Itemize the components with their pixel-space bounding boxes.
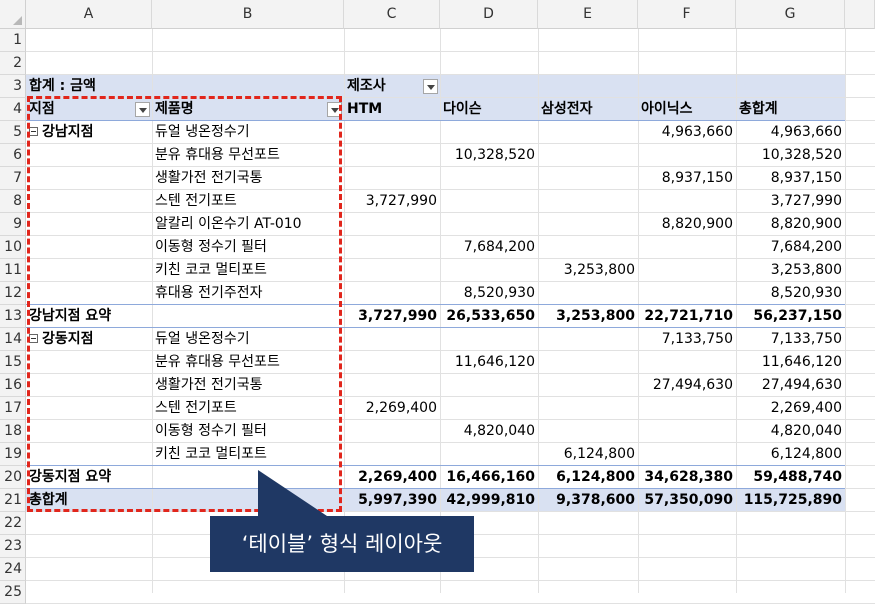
value-cell[interactable]: 27,494,630 bbox=[638, 374, 736, 397]
row-header[interactable]: 19 bbox=[0, 443, 26, 466]
layout-callout: ‘테이블’ 형식 레이아웃 bbox=[210, 516, 474, 572]
subtotal-value[interactable]: 22,721,710 bbox=[638, 305, 736, 328]
row-header[interactable]: 22 bbox=[0, 512, 26, 535]
value-cell[interactable]: 4,963,660 bbox=[736, 121, 845, 144]
value-cell[interactable]: 8,820,900 bbox=[638, 213, 736, 236]
value-cell[interactable]: 8,520,930 bbox=[440, 282, 538, 305]
value-cell[interactable]: 7,133,750 bbox=[638, 328, 736, 351]
value-cell[interactable]: 4,820,040 bbox=[440, 420, 538, 443]
row-header[interactable]: 20 bbox=[0, 466, 26, 489]
row-header[interactable]: 10 bbox=[0, 236, 26, 259]
row-header[interactable]: 7 bbox=[0, 167, 26, 190]
manufacturer-header[interactable]: 다이슨 bbox=[440, 98, 538, 121]
value-cell[interactable]: 2,269,400 bbox=[736, 397, 845, 420]
subtotal-value[interactable]: 56,237,150 bbox=[736, 305, 845, 328]
grand-total-value[interactable]: 5,997,390 bbox=[344, 489, 440, 512]
gridline-h bbox=[26, 580, 875, 581]
row-header[interactable]: 6 bbox=[0, 144, 26, 167]
value-cell[interactable]: 10,328,520 bbox=[440, 144, 538, 167]
subtotal-value[interactable]: 16,466,160 bbox=[440, 466, 538, 489]
row-header[interactable]: 4 bbox=[0, 98, 26, 121]
subtotal-value[interactable]: 26,533,650 bbox=[440, 305, 538, 328]
row-header[interactable]: 8 bbox=[0, 190, 26, 213]
value-cell[interactable]: 11,646,120 bbox=[736, 351, 845, 374]
column-header[interactable]: G bbox=[736, 0, 845, 29]
value-cell[interactable]: 27,494,630 bbox=[736, 374, 845, 397]
select-all-corner[interactable] bbox=[0, 0, 26, 29]
grand-total-value[interactable]: 9,378,600 bbox=[538, 489, 638, 512]
value-cell[interactable]: 2,269,400 bbox=[344, 397, 440, 420]
subtotal-value[interactable]: 3,727,990 bbox=[344, 305, 440, 328]
value-cell[interactable]: 8,820,900 bbox=[736, 213, 845, 236]
row-header[interactable]: 11 bbox=[0, 259, 26, 282]
row-header[interactable]: 16 bbox=[0, 374, 26, 397]
column-header[interactable]: E bbox=[538, 0, 638, 29]
value-cell[interactable]: 7,684,200 bbox=[440, 236, 538, 259]
value-cell[interactable]: 8,520,930 bbox=[736, 282, 845, 305]
subtotal-value[interactable]: 59,488,740 bbox=[736, 466, 845, 489]
value-cell[interactable]: 4,963,660 bbox=[638, 121, 736, 144]
value-cell[interactable]: 3,727,990 bbox=[344, 190, 440, 213]
value-cell[interactable]: 4,820,040 bbox=[736, 420, 845, 443]
row-header[interactable]: 9 bbox=[0, 213, 26, 236]
value-cell[interactable]: 7,684,200 bbox=[736, 236, 845, 259]
column-header-extra[interactable] bbox=[845, 0, 875, 29]
row-header[interactable]: 3 bbox=[0, 75, 26, 98]
value-cell[interactable]: 11,646,120 bbox=[440, 351, 538, 374]
column-header[interactable]: B bbox=[152, 0, 344, 29]
value-cell[interactable]: 3,727,990 bbox=[736, 190, 845, 213]
value-cell[interactable]: 6,124,800 bbox=[736, 443, 845, 466]
grand-total-value[interactable]: 115,725,890 bbox=[736, 489, 845, 512]
value-cell[interactable]: 3,253,800 bbox=[736, 259, 845, 282]
value-cell[interactable]: 10,328,520 bbox=[736, 144, 845, 167]
manufacturer-header[interactable]: 아이닉스 bbox=[638, 98, 736, 121]
row-header[interactable]: 24 bbox=[0, 558, 26, 581]
row-header[interactable]: 15 bbox=[0, 351, 26, 374]
value-cell[interactable]: 6,124,800 bbox=[538, 443, 638, 466]
subtotal-value[interactable]: 3,253,800 bbox=[538, 305, 638, 328]
row-header[interactable]: 5 bbox=[0, 121, 26, 144]
column-header[interactable]: C bbox=[344, 0, 440, 29]
pivot-sum-label[interactable]: 합계 : 금액 bbox=[26, 75, 152, 98]
row-header[interactable]: 2 bbox=[0, 52, 26, 75]
subtotal-value[interactable]: 6,124,800 bbox=[538, 466, 638, 489]
value-cell[interactable]: 3,253,800 bbox=[538, 259, 638, 282]
value-cell[interactable]: 8,937,150 bbox=[638, 167, 736, 190]
gridline-v bbox=[845, 29, 846, 593]
manufacturer-header[interactable]: HTM bbox=[344, 98, 440, 121]
column-header[interactable]: F bbox=[638, 0, 736, 29]
subtotal-value[interactable]: 2,269,400 bbox=[344, 466, 440, 489]
row-header[interactable]: 12 bbox=[0, 282, 26, 305]
row-header[interactable]: 21 bbox=[0, 489, 26, 512]
row-header[interactable]: 23 bbox=[0, 535, 26, 558]
grand-total-value[interactable]: 42,999,810 bbox=[440, 489, 538, 512]
row-header[interactable]: 13 bbox=[0, 305, 26, 328]
row-header[interactable]: 14 bbox=[0, 328, 26, 351]
manufacturer-header[interactable]: 삼성전자 bbox=[538, 98, 638, 121]
column-header[interactable]: D bbox=[440, 0, 538, 29]
gridline-h bbox=[26, 51, 875, 52]
highlight-dashed-box bbox=[27, 96, 342, 512]
manufacturer-header[interactable]: 총합계 bbox=[736, 98, 845, 121]
gridline-h bbox=[26, 74, 875, 75]
value-cell[interactable]: 7,133,750 bbox=[736, 328, 845, 351]
column-filter-dropdown[interactable] bbox=[423, 79, 438, 94]
row-header[interactable]: 18 bbox=[0, 420, 26, 443]
subtotal-value[interactable]: 34,628,380 bbox=[638, 466, 736, 489]
value-cell[interactable]: 8,937,150 bbox=[736, 167, 845, 190]
row-header[interactable]: 17 bbox=[0, 397, 26, 420]
column-header[interactable]: A bbox=[26, 0, 152, 29]
grand-total-value[interactable]: 57,350,090 bbox=[638, 489, 736, 512]
row-header[interactable]: 1 bbox=[0, 29, 26, 52]
